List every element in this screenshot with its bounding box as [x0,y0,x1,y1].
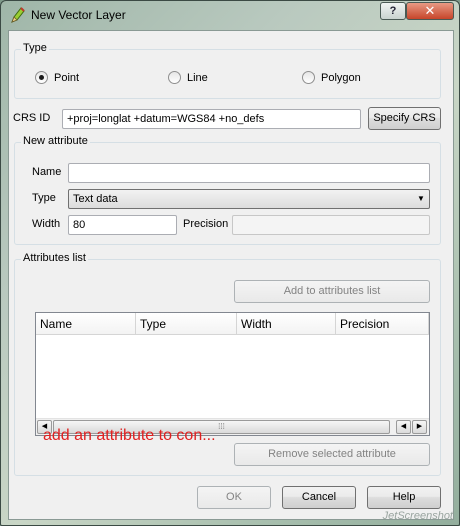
type-group: Type Point Line Polygon [14,42,441,99]
radio-point[interactable]: Point [35,71,79,84]
precision-label: Precision [183,218,229,230]
cancel-button[interactable]: Cancel [282,486,356,509]
title-bar[interactable]: New Vector Layer ? ✕ [1,1,459,29]
radio-line-label: Line [187,71,208,84]
radio-line[interactable]: Line [168,71,208,84]
remove-selected-attribute-button[interactable]: Remove selected attribute [234,443,430,466]
type-group-title: Type [21,42,49,54]
column-header-type[interactable]: Type [136,313,237,335]
ok-button[interactable]: OK [197,486,271,509]
width-label: Width [32,218,61,230]
dialog-window: New Vector Layer ? ✕ Type Point Line Pol… [0,0,460,526]
radio-polygon[interactable]: Polygon [302,71,361,84]
scroll-right-icon[interactable]: ◀ [396,420,411,434]
scroll-right-icon[interactable]: ▶ [412,420,427,434]
attributes-table[interactable]: Name Type Width Precision ◀ ⁞⁞⁞ ◀ ▶ [35,312,430,436]
crs-field[interactable]: +proj=longlat +datum=WGS84 +no_defs [62,109,361,129]
new-attribute-group: New attribute Name Type Text data ▼ Widt… [14,135,441,245]
radio-polygon-label: Polygon [321,71,361,84]
column-header-precision[interactable]: Precision [336,313,429,335]
type-label: Type [32,192,56,204]
watermark: JetScreenshot [382,510,453,522]
dialog-body: Type Point Line Polygon CRS ID +proj=lon… [8,30,454,520]
column-header-name[interactable]: Name [36,313,136,335]
add-to-attributes-button[interactable]: Add to attributes list [234,280,430,303]
help-button[interactable]: Help [367,486,441,509]
name-label: Name [32,166,62,178]
qgis-pencil-icon [11,7,25,23]
tutorial-annotation: add an attribute to con... [43,427,216,444]
crs-label: CRS ID [13,112,51,124]
column-header-width[interactable]: Width [237,313,336,335]
specify-crs-button[interactable]: Specify CRS [368,107,441,130]
title-help-button[interactable]: ? [380,2,406,20]
type-select[interactable]: Text data ▼ [68,189,430,209]
precision-input[interactable] [232,215,430,235]
title-close-button[interactable]: ✕ [406,2,454,20]
radio-point-indicator[interactable] [35,71,48,84]
chevron-down-icon[interactable]: ▼ [413,190,429,208]
radio-polygon-indicator[interactable] [302,71,315,84]
name-input[interactable] [68,163,430,183]
new-attribute-title: New attribute [21,135,90,147]
width-input[interactable]: 80 [68,215,177,235]
radio-point-label: Point [54,71,80,84]
attributes-list-title: Attributes list [21,252,88,264]
window-title: New Vector Layer [31,8,126,22]
type-select-value: Text data [73,193,118,205]
radio-line-indicator[interactable] [168,71,181,84]
